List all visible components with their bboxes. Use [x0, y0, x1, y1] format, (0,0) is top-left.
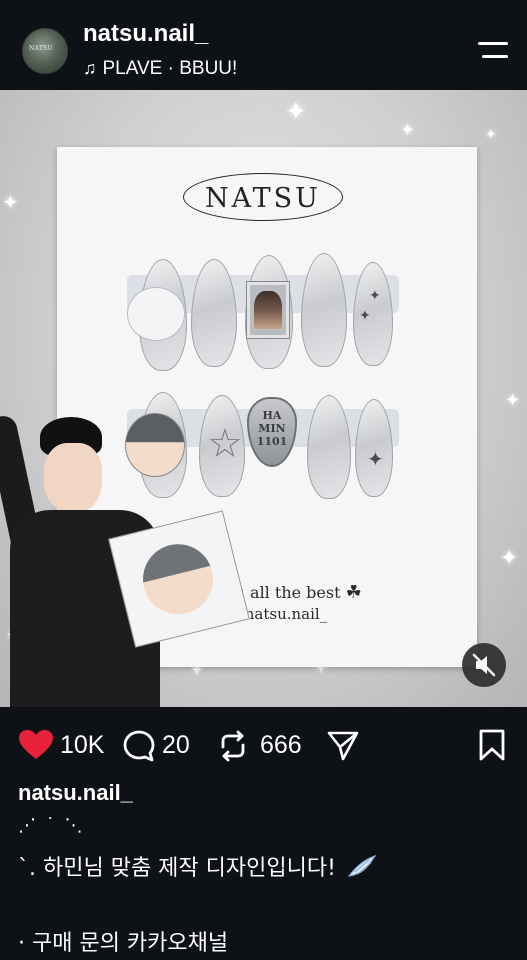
illustrated-character [0, 405, 260, 707]
brand-logo-text: NATSU [205, 183, 321, 214]
repost-count: 666 [260, 731, 302, 759]
muted-speaker-icon [472, 653, 496, 677]
music-note-icon: ♫ [83, 58, 97, 78]
mute-button[interactable] [462, 643, 506, 687]
caption-line-1: ⋰ ˙ ⋱ [18, 815, 85, 836]
photo-charm [247, 282, 289, 338]
heart-icon[interactable] [18, 729, 54, 761]
caption-line-2-text: `. 하민님 맞춤 제작 디자인입니다! [18, 856, 336, 881]
sparkle-icon: ✦ [500, 545, 519, 570]
comment-count: 20 [162, 731, 190, 759]
post-header: NATSU natsu.nail_ ♫ PLAVE · BBUU! [0, 0, 527, 90]
portrait-image [254, 291, 282, 329]
like-count: 10K [60, 731, 105, 759]
music-label[interactable]: ♫ PLAVE · BBUU! [83, 58, 237, 80]
menu-line-bottom [482, 55, 508, 58]
caption-username[interactable]: natsu.nail_ [18, 780, 133, 806]
sparkle-icon: ✦ [485, 126, 497, 142]
avatar[interactable]: NATSU [22, 28, 68, 74]
caption-line-2: `. 하민님 맞춤 제작 디자인입니다! [18, 850, 377, 882]
comment-icon[interactable] [122, 729, 156, 763]
wing-icon [347, 854, 377, 877]
menu-line-top [478, 42, 508, 45]
bookmark-icon[interactable] [478, 729, 506, 761]
share-icon[interactable] [326, 729, 360, 763]
post-username[interactable]: natsu.nail_ [83, 20, 208, 48]
sparkle-icon: ✦ [285, 96, 307, 126]
music-text: PLAVE · BBUU! [102, 58, 238, 79]
clover-icon: ☘ [345, 582, 362, 603]
repost-icon[interactable] [216, 729, 250, 763]
sparkle-icon: ✦ [400, 120, 416, 140]
menu-icon[interactable] [478, 38, 512, 64]
character-face [44, 443, 102, 513]
caption-line-3: · 구매 문의 카카오채널 [18, 931, 229, 956]
puppy-charm [127, 287, 185, 341]
star-icon: ✦ [359, 307, 371, 323]
action-bar: 10K 20 666 [0, 707, 527, 777]
star-icon: ✦ [369, 287, 381, 303]
sparkle-icon: ✦ [2, 192, 19, 214]
chibi-drawing [135, 536, 221, 622]
avatar-label: NATSU [29, 45, 53, 52]
star-icon: ✦ [367, 449, 384, 471]
post-media[interactable]: ✦ ✦ ✦ ✦ ✦ ✦ ✦ ✦ ✦ NATSU ✦ ✦ ☆ HA MIN 110… [0, 90, 527, 707]
sparkle-icon: ✦ [505, 390, 521, 410]
nail-tip [301, 253, 347, 367]
